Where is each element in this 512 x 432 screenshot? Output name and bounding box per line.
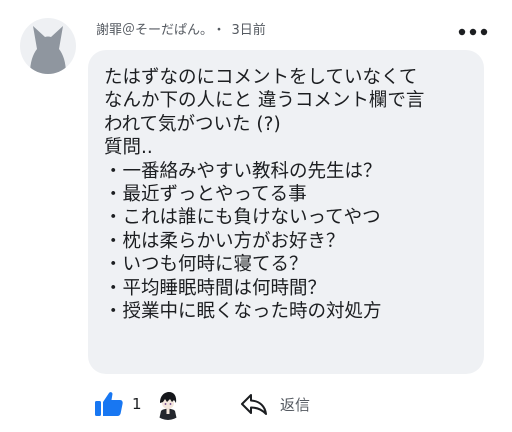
author-name[interactable]: 謝罪＠そーだぱん。 xyxy=(96,23,207,38)
like-count: 1 xyxy=(132,395,142,413)
commenter-avatar[interactable] xyxy=(20,18,76,74)
meta-separator: ・ xyxy=(212,23,226,38)
reply-label: 返信 xyxy=(280,395,311,414)
reactor-avatar[interactable] xyxy=(152,388,184,420)
more-horizontal-icon xyxy=(458,28,488,36)
comment-text: たはずなのにコメントをしていなくて なんか下の人にと 違うコメント欄で言 われて… xyxy=(104,67,425,323)
reply-arrow-icon xyxy=(241,394,267,415)
comment-meta: 謝罪＠そーだぱん。・ 3日前 xyxy=(96,22,266,40)
more-options-button[interactable] xyxy=(458,24,488,38)
comment-timestamp: 3日前 xyxy=(231,23,266,38)
comment-actions: 1 返信 xyxy=(0,384,512,424)
comment-bubble: たはずなのにコメントをしていなくて なんか下の人にと 違うコメント欄で言 われて… xyxy=(88,50,484,374)
thumbs-up-icon xyxy=(95,392,123,416)
reply-button[interactable]: 返信 xyxy=(240,390,310,418)
like-button[interactable] xyxy=(94,390,124,418)
anime-character-avatar xyxy=(152,388,184,420)
dog-silhouette-icon xyxy=(30,26,66,74)
